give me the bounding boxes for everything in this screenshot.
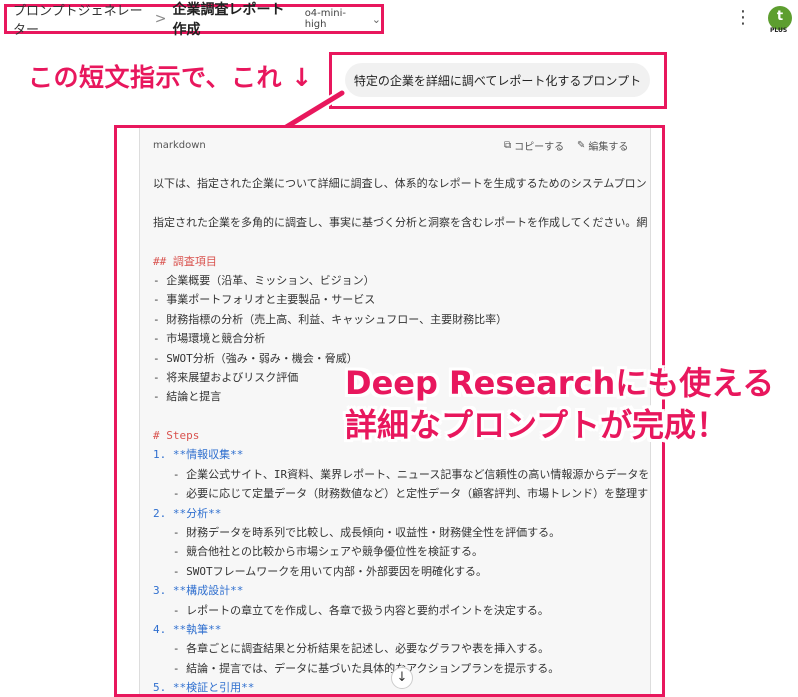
annotation-result-line2: 詳細なプロンプトが完成！ — [345, 406, 729, 444]
user-prompt-bubble: 特定の企業を詳細に調べてレポート化するプロンプト — [345, 63, 650, 97]
plus-badge: PLUS — [770, 27, 788, 34]
breadcrumb: プロンプトジェネレーター > 企業調査レポート作成 o4-mini-high ⌄ — [4, 2, 384, 38]
breadcrumb-app-link[interactable]: プロンプトジェネレーター — [13, 0, 149, 38]
chevron-down-icon[interactable]: ⌄ — [372, 13, 381, 26]
annotation-result: Deep Researchにも使える 詳細なプロンプトが完成！ — [345, 362, 774, 446]
model-selector-label[interactable]: o4-mini-high — [305, 8, 360, 30]
page-title: 企業調査レポート作成 — [172, 2, 285, 38]
scroll-down-button[interactable]: ↓ — [391, 667, 413, 689]
kebab-icon[interactable]: ⋮ — [734, 8, 752, 28]
breadcrumb-separator: > — [154, 11, 167, 27]
annotation-result-line1: Deep Researchにも使える — [345, 364, 775, 402]
